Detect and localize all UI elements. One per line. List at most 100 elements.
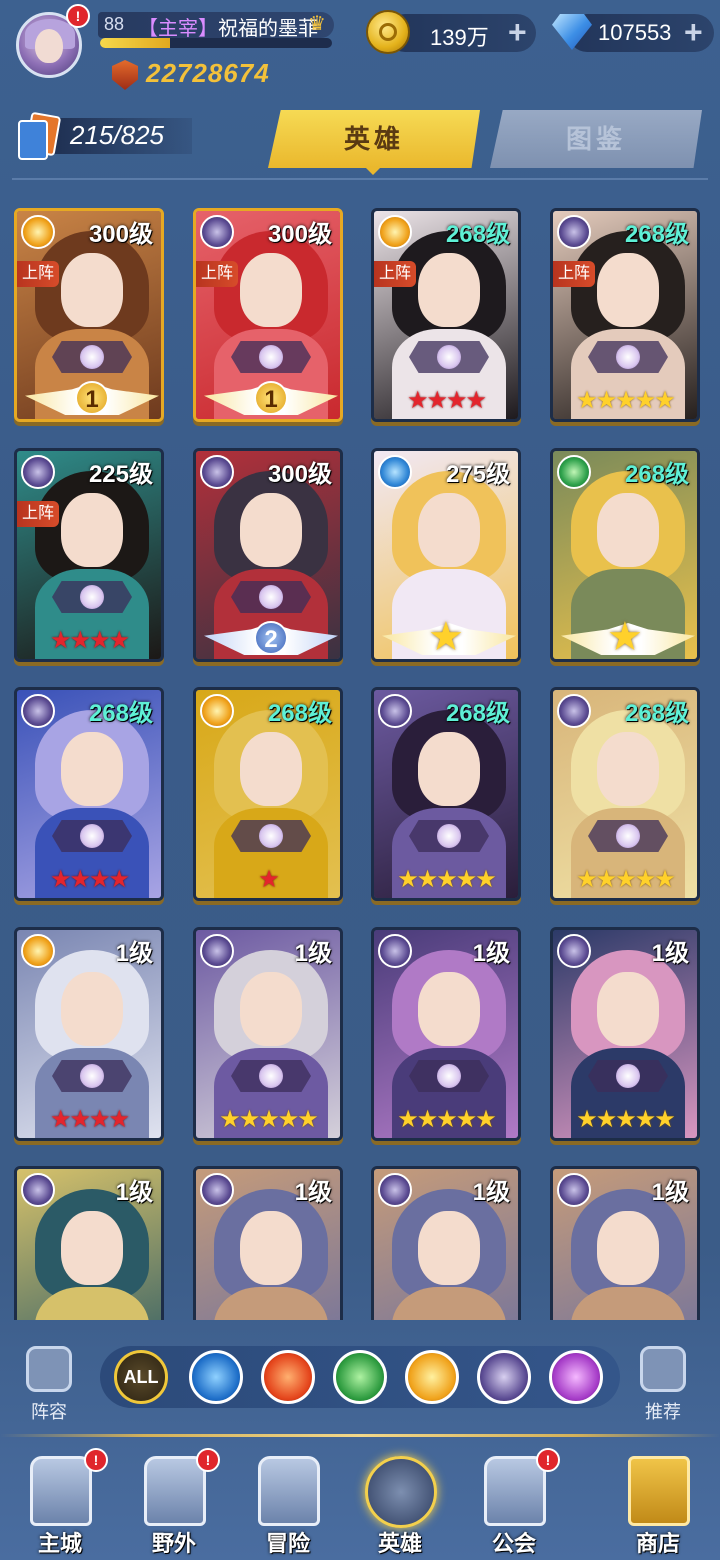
hero-face (61, 493, 123, 567)
hero-emblem-icon (231, 341, 311, 373)
hero-card[interactable]: 300级 上阵 1 (193, 208, 343, 422)
hero-level: 1级 (115, 940, 153, 967)
dark-faction-icon (21, 694, 55, 728)
hero-stars: ★★★★★ (219, 1106, 319, 1133)
hero-stars: ★★★★★ (576, 866, 676, 893)
helmet-icon (365, 1456, 437, 1528)
hero-card[interactable]: 1级 ★★★★★ (193, 927, 343, 1141)
xp-bar (100, 38, 332, 48)
tab-heroes-pointer (364, 166, 382, 175)
hero-card[interactable]: 268级 上阵 ★★★★ (371, 208, 521, 422)
hero-face (418, 732, 480, 806)
dark-faction-icon (557, 934, 591, 968)
nav-shop-label: 商店 (635, 1531, 680, 1556)
hero-stars: ★★★★★ (576, 1106, 676, 1133)
hero-level: 300级 (88, 221, 153, 248)
hero-level: 268级 (267, 700, 332, 727)
nav-divider (0, 1434, 720, 1437)
filter-all-button[interactable]: ALL (114, 1350, 168, 1404)
hero-face (418, 1211, 480, 1285)
hero-face (240, 972, 302, 1046)
nav-shop[interactable]: 商店 (608, 1448, 708, 1558)
tab-atlas[interactable]: 图鉴 (490, 110, 702, 168)
filter-arcane-icon[interactable] (549, 1350, 603, 1404)
dark-faction-icon (21, 455, 55, 489)
city-alert-badge: ! (84, 1448, 108, 1472)
hero-emblem-icon (52, 820, 132, 852)
hero-rank: 1 (254, 381, 288, 415)
filter-wind-icon[interactable] (333, 1350, 387, 1404)
hero-card[interactable]: 268级 ★★★★ (14, 687, 164, 901)
nav-adventure[interactable]: 冒险 (238, 1448, 338, 1558)
hero-card[interactable]: 1级 ★★★★ (14, 927, 164, 1141)
hero-level: 1级 (651, 940, 689, 967)
crown-icon: ♛ (308, 13, 326, 35)
hero-emblem-icon (588, 1060, 668, 1092)
hero-card[interactable]: 268级 ★★★★★ (371, 687, 521, 901)
header-divider (12, 178, 708, 180)
dark-faction-icon (200, 455, 234, 489)
wild-alert-badge: ! (196, 1448, 220, 1472)
hero-card[interactable]: 1级 ★★★★★ (550, 927, 700, 1141)
hero-card[interactable]: 268级 ★★★★★ (550, 687, 700, 901)
hero-face (418, 972, 480, 1046)
player-name-text: 祝福的墨菲 (218, 18, 318, 40)
filter-water-icon[interactable] (189, 1350, 243, 1404)
hero-face (597, 253, 659, 327)
hero-level: 268级 (445, 700, 510, 727)
hero-stars: ★★★★★ (576, 387, 676, 414)
dark-faction-icon (378, 694, 412, 728)
add-diamond-button[interactable]: + (684, 14, 703, 50)
water-faction-icon (378, 455, 412, 489)
hero-card[interactable]: 300级 上阵 1 (14, 208, 164, 422)
hero-card[interactable]: 1级 (193, 1166, 343, 1320)
gold-amount: 139万 (430, 25, 489, 50)
filter-fire-icon[interactable] (261, 1350, 315, 1404)
hero-emblem-icon (588, 820, 668, 852)
hero-level: 1级 (651, 1179, 689, 1206)
hero-face (418, 253, 480, 327)
hero-level: 1级 (472, 940, 510, 967)
hero-face (597, 732, 659, 806)
dark-faction-icon (200, 934, 234, 968)
hero-card[interactable]: 1级 (371, 1166, 521, 1320)
hero-level: 268级 (445, 221, 510, 248)
hero-card[interactable]: 268级 ★ (550, 448, 700, 662)
deployed-tag: 上阵 (553, 261, 595, 287)
big-star-icon: ★ (428, 615, 464, 659)
hero-emblem-icon (231, 820, 311, 852)
hero-face (61, 972, 123, 1046)
combat-power: 22728674 (146, 58, 270, 88)
add-gold-button[interactable]: + (508, 14, 527, 50)
hero-emblem-icon (409, 820, 489, 852)
tab-heroes[interactable]: 英雄 (268, 110, 480, 168)
lineup-button[interactable]: 阵容 (14, 1346, 84, 1424)
hero-emblem-icon (588, 341, 668, 373)
dark-faction-icon (21, 1173, 55, 1207)
hero-card[interactable]: 300级 2 (193, 448, 343, 662)
avatar-face (35, 29, 63, 63)
avatar-alert-badge: ! (66, 4, 90, 28)
nav-main-city-label: 主城 (37, 1531, 82, 1556)
filter-dark-icon[interactable] (477, 1350, 531, 1404)
hero-level: 1级 (294, 1179, 332, 1206)
light-faction-icon (378, 215, 412, 249)
guild-alert-badge: ! (536, 1448, 560, 1472)
hero-level: 268级 (624, 221, 689, 248)
hero-card[interactable]: 1级 (14, 1166, 164, 1320)
sword-gate-icon (258, 1456, 320, 1526)
dark-faction-icon (557, 215, 591, 249)
hero-card[interactable]: 1级 ★★★★★ (371, 927, 521, 1141)
hero-card[interactable]: 275级 ★ (371, 448, 521, 662)
shop-stall-icon (628, 1456, 690, 1526)
recommend-button[interactable]: 推荐 (628, 1346, 698, 1424)
hero-card[interactable]: 268级 ★ (193, 687, 343, 901)
dark-faction-icon (200, 1173, 234, 1207)
filter-light-icon[interactable] (405, 1350, 459, 1404)
hero-emblem-icon (231, 581, 311, 613)
player-level: 88 (104, 14, 125, 34)
hero-card[interactable]: 1级 (550, 1166, 700, 1320)
hero-card[interactable]: 225级 上阵 ★★★★ (14, 448, 164, 662)
hero-card[interactable]: 268级上阵 ★★★★★ (550, 208, 700, 422)
nav-heroes[interactable]: 英雄 (350, 1448, 450, 1558)
